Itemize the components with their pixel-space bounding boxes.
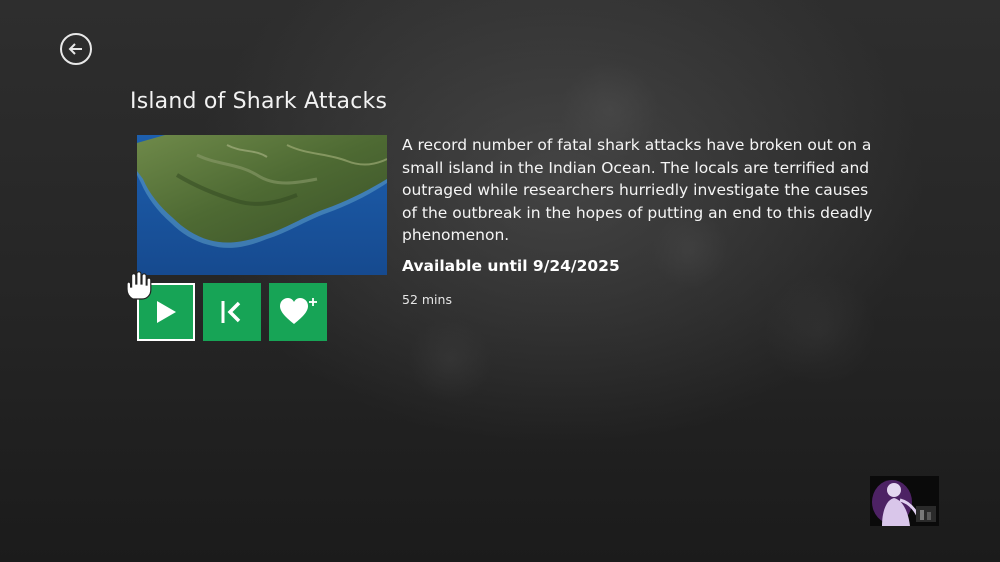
- hand-cursor-icon: [124, 271, 152, 301]
- show-description: A record number of fatal shark attacks h…: [402, 136, 873, 245]
- show-thumbnail: [137, 135, 387, 275]
- restart-icon: [218, 298, 246, 326]
- back-button[interactable]: [60, 33, 92, 65]
- heart-plus-icon: [278, 296, 318, 328]
- play-icon: [154, 300, 178, 324]
- availability-text: Available until 9/24/2025: [402, 257, 620, 275]
- page-title: Island of Shark Attacks: [130, 89, 388, 114]
- duration-text: 52 mins: [402, 292, 452, 307]
- user-avatar[interactable]: [870, 476, 939, 526]
- back-arrow-icon: [67, 40, 85, 58]
- restart-button[interactable]: [203, 283, 261, 341]
- favorite-button[interactable]: [269, 283, 327, 341]
